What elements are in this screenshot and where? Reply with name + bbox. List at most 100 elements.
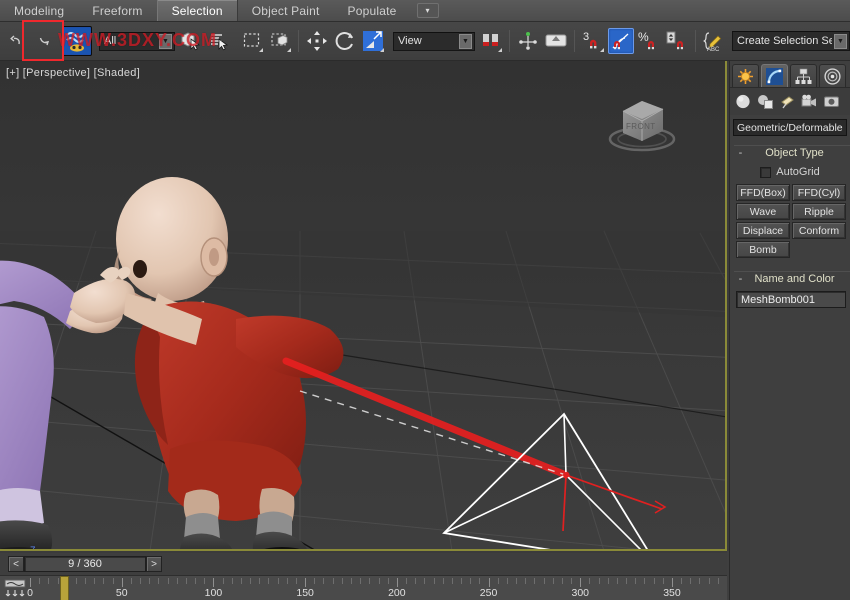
ribbon-tab-label: Populate [347, 3, 397, 18]
command-panel: Geometric/Deformable - Object Type AutoG… [729, 61, 850, 600]
category-shapes-icon[interactable] [756, 92, 775, 111]
object-type-button-conform[interactable]: Conform [792, 222, 846, 239]
ruler-tick [121, 578, 123, 587]
select-and-link-icon[interactable] [62, 26, 92, 56]
ruler-tick [607, 578, 609, 584]
align-icon[interactable] [543, 28, 569, 54]
ruler-tick [433, 578, 435, 584]
ruler-tick [30, 578, 31, 587]
category-lights-icon[interactable] [778, 92, 797, 111]
object-type-button-ripple[interactable]: Ripple [792, 203, 846, 220]
ruler-tick [240, 578, 242, 584]
angle-snap-toggle[interactable] [608, 28, 634, 54]
ruler-tick [506, 578, 508, 584]
object-type-button-wave[interactable]: Wave [736, 203, 790, 220]
window-crossing-icon[interactable] [267, 28, 293, 54]
redo-icon[interactable] [31, 28, 57, 54]
ruler-tick [286, 578, 288, 584]
command-tab-motion[interactable] [819, 64, 846, 87]
rollout-collapse-icon[interactable]: - [734, 147, 747, 159]
flyout-indicator [380, 48, 384, 52]
time-ruler[interactable]: 0 50 100 150 200 250 300 350 [27, 576, 727, 600]
time-slider-handle[interactable] [60, 576, 69, 600]
rectangular-selection-region-icon[interactable] [239, 28, 265, 54]
ruler-tick [479, 578, 481, 584]
ruler-tick [690, 578, 692, 584]
use-pivot-point-center-icon[interactable] [478, 28, 504, 54]
percent-snap-toggle[interactable]: % [636, 28, 662, 54]
max-window: Modeling Freeform Selection Object Paint… [0, 0, 850, 600]
ribbon-tab-object-paint[interactable]: Object Paint [238, 0, 334, 21]
ruler-tick [167, 578, 169, 584]
ruler-tick [451, 578, 453, 584]
next-frame-button[interactable]: > [146, 556, 162, 572]
autogrid-checkbox[interactable] [760, 166, 772, 178]
select-and-move-icon[interactable] [304, 28, 330, 54]
ruler-tick [681, 578, 683, 584]
mirror-icon[interactable] [515, 28, 541, 54]
ruler-tick [75, 578, 77, 584]
ruler-tick [534, 578, 536, 584]
ruler-tick [616, 578, 618, 584]
key-filters-icon[interactable] [4, 579, 26, 598]
rollout-collapse-icon[interactable]: - [734, 273, 747, 285]
ruler-tick [396, 578, 398, 587]
ruler-tick [323, 578, 325, 584]
command-tab-modify[interactable] [761, 64, 788, 87]
chevron-down-icon[interactable]: ▼ [834, 33, 847, 49]
object-name-input[interactable]: MeshBomb001 [736, 291, 846, 308]
category-geometry-icon[interactable] [734, 92, 753, 111]
object-type-button-bomb[interactable]: Bomb [736, 241, 790, 258]
prev-frame-button[interactable]: < [8, 556, 24, 572]
object-type-button-ffd-cyl[interactable]: FFD(Cyl) [792, 184, 846, 201]
selection-filter-dropdown[interactable]: All ▼ [99, 31, 175, 51]
ruler-tick [699, 578, 701, 584]
object-category-dropdown[interactable]: Geometric/Deformable [733, 119, 847, 136]
viewport-label[interactable]: [+] [Perspective] [Shaded] [6, 67, 140, 79]
spinner-snap-toggle[interactable] [664, 28, 690, 54]
rollout-header-object-type[interactable]: - Object Type [734, 145, 850, 160]
flyout-indicator [600, 48, 604, 52]
ruler-tick [488, 578, 490, 587]
undo-icon[interactable] [3, 28, 29, 54]
ruler-tick [222, 578, 224, 584]
viewcube[interactable]: FRONT [601, 91, 683, 153]
chevron-down-icon[interactable]: ▼ [459, 33, 472, 49]
ruler-tick [589, 578, 591, 584]
category-cameras-icon[interactable] [800, 92, 819, 111]
ref-coord-value: View [398, 35, 422, 47]
edit-named-selection-sets-icon[interactable]: ABC [701, 28, 727, 54]
track-bar[interactable]: 0 50 100 150 200 250 300 350 [0, 575, 727, 600]
named-selection-set-value: Create Selection Set [737, 35, 832, 47]
command-tab-hierarchy[interactable] [790, 64, 817, 87]
chevron-down-icon[interactable]: ▾ [416, 3, 439, 18]
ruler-tick [552, 578, 554, 584]
select-and-rotate-icon[interactable] [332, 28, 358, 54]
ribbon-tab-selection[interactable]: Selection [156, 0, 238, 21]
ruler-tick [516, 578, 518, 584]
rollout-header-name-and-color[interactable]: - Name and Color [734, 271, 850, 286]
ruler-label: 200 [388, 587, 406, 599]
select-and-uniform-scale-icon[interactable] [360, 28, 386, 54]
ribbon-tab-populate[interactable]: Populate [334, 0, 411, 21]
chevron-down-icon[interactable]: ▼ [159, 33, 172, 49]
current-frame-field[interactable]: 9 / 360 [24, 556, 146, 572]
toolbar-separator [695, 30, 696, 52]
ribbon-tab-modeling[interactable]: Modeling [0, 0, 78, 21]
object-type-button-displace[interactable]: Displace [736, 222, 790, 239]
ribbon-tab-freeform[interactable]: Freeform [78, 0, 156, 21]
perspective-viewport[interactable]: Y Z X [+] [Perspective] [Shaded] FRONT [0, 61, 727, 551]
flyout-indicator [498, 48, 502, 52]
ruler-tick [213, 578, 215, 587]
object-type-button-ffd-box[interactable]: FFD(Box) [736, 184, 790, 201]
reference-coordinate-system-dropdown[interactable]: View ▼ [393, 31, 475, 51]
snap-toggle-3d[interactable]: 3 [580, 28, 606, 54]
ruler-tick [277, 578, 279, 584]
command-tab-create[interactable] [732, 64, 759, 87]
category-helpers-icon[interactable] [822, 92, 841, 111]
select-object-icon[interactable] [178, 28, 204, 54]
named-selection-set-dropdown[interactable]: Create Selection Set ▼ [732, 31, 850, 51]
flyout-indicator [287, 48, 291, 52]
ruler-tick [378, 578, 380, 584]
select-by-name-icon[interactable] [206, 28, 232, 54]
